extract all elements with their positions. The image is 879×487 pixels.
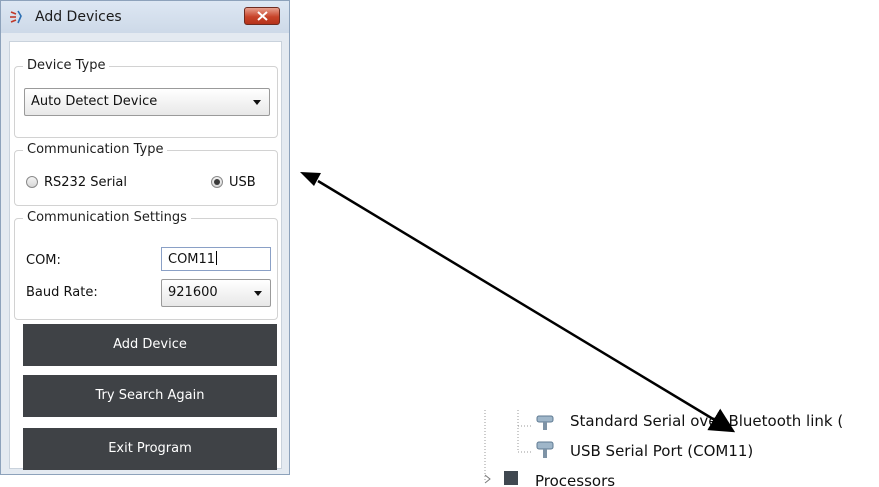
annotation-arrow (300, 172, 736, 433)
